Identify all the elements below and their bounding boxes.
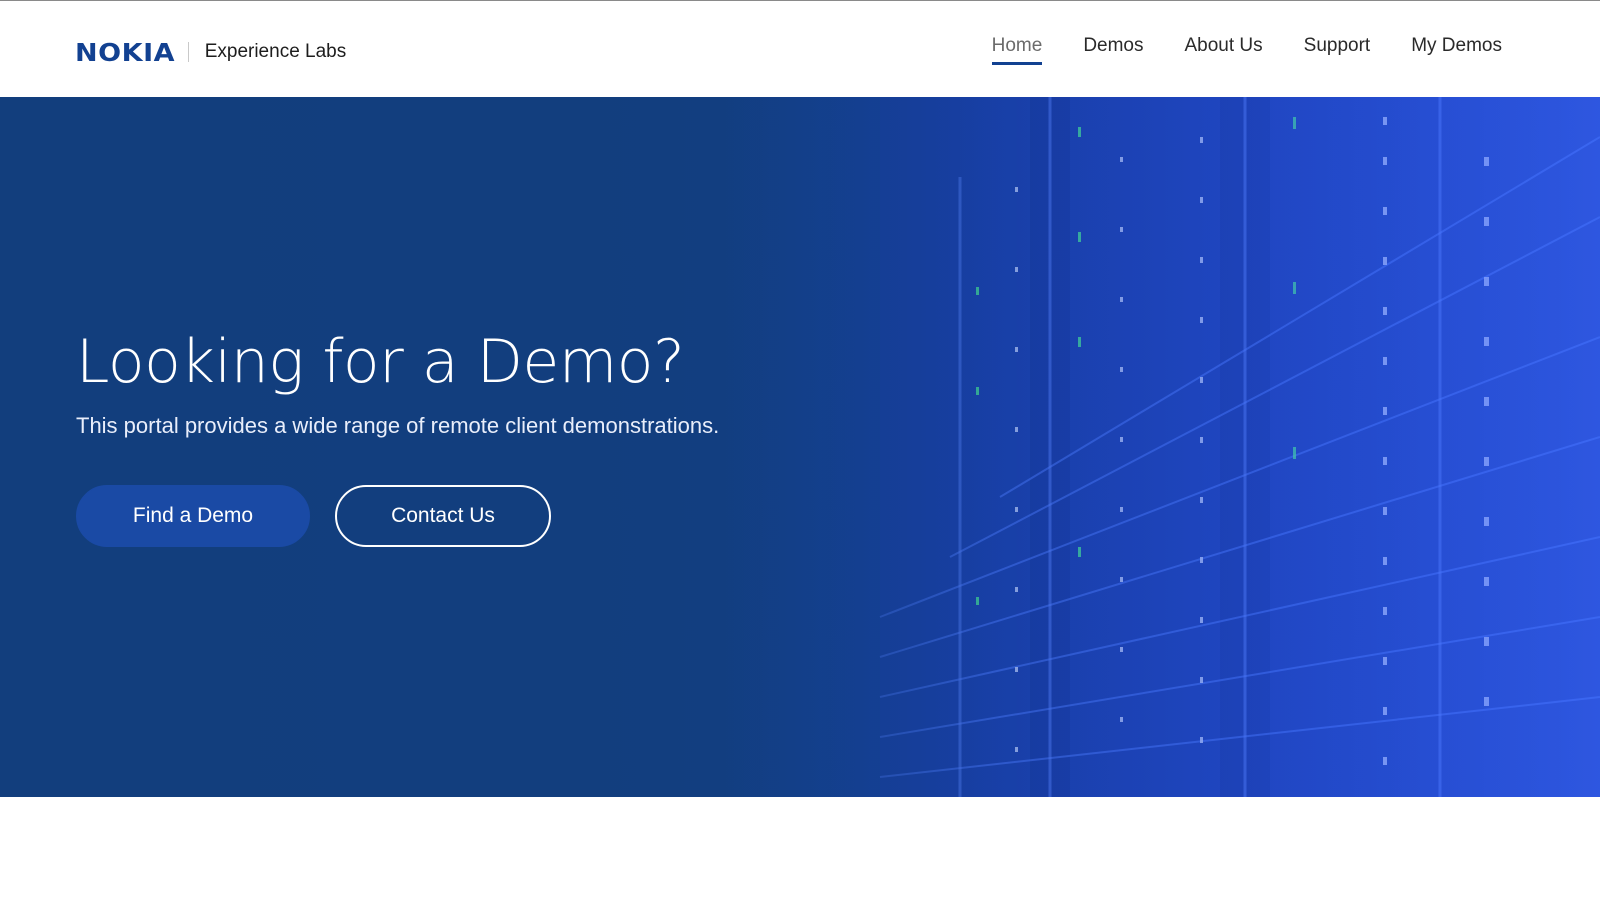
nav-item-home[interactable]: Home: [991, 35, 1042, 65]
find-a-demo-button[interactable]: Find a Demo: [76, 485, 310, 547]
hero-actions: Find a Demo Contact Us: [76, 485, 976, 547]
contact-us-button[interactable]: Contact Us: [335, 485, 551, 547]
nav-item-support[interactable]: Support: [1304, 35, 1371, 65]
nav-item-my-demos[interactable]: My Demos: [1411, 35, 1502, 65]
nav-item-about-us[interactable]: About Us: [1185, 35, 1263, 65]
brand[interactable]: NOKIA Experience Labs: [75, 37, 346, 67]
hero-subtitle: This portal provides a wide range of rem…: [76, 413, 720, 438]
brand-subtitle: Experience Labs: [204, 41, 347, 62]
hero-banner: Looking for a Demo? This portal provides…: [0, 97, 1600, 797]
hero-content: Looking for a Demo? This portal provides…: [76, 329, 976, 547]
main-nav: Home Demos About Us Support My Demos: [991, 35, 1502, 65]
nav-item-demos[interactable]: Demos: [1083, 35, 1143, 65]
site-header: NOKIA Experience Labs Home Demos About U…: [0, 1, 1600, 97]
page: NOKIA Experience Labs Home Demos About U…: [0, 0, 1600, 900]
brand-divider: [187, 42, 189, 62]
hero-title: Looking for a Demo?: [76, 327, 685, 397]
nokia-logo[interactable]: NOKIA: [75, 38, 175, 67]
